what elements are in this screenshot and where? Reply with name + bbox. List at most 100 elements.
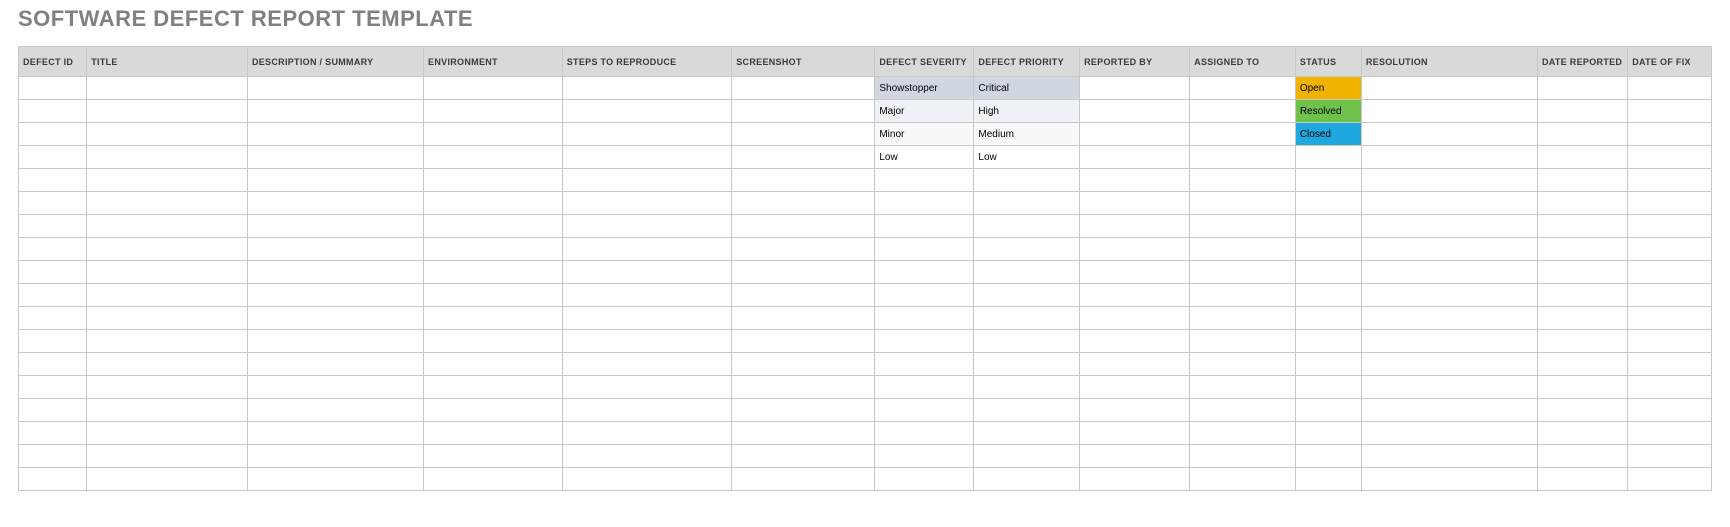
table-cell[interactable] — [19, 192, 87, 215]
table-cell[interactable] — [562, 422, 732, 445]
table-cell[interactable] — [974, 330, 1080, 353]
table-cell[interactable] — [19, 468, 87, 491]
table-cell[interactable] — [1537, 192, 1627, 215]
table-cell[interactable] — [1537, 376, 1627, 399]
table-cell[interactable] — [1537, 123, 1627, 146]
table-cell[interactable]: Minor — [875, 123, 974, 146]
table-cell[interactable] — [1295, 422, 1361, 445]
table-cell[interactable] — [875, 261, 974, 284]
table-cell[interactable] — [87, 376, 248, 399]
table-cell[interactable] — [424, 146, 563, 169]
table-cell[interactable] — [562, 238, 732, 261]
table-cell[interactable] — [875, 215, 974, 238]
table-cell[interactable] — [1295, 284, 1361, 307]
table-cell[interactable] — [424, 307, 563, 330]
table-cell[interactable] — [974, 422, 1080, 445]
table-cell[interactable] — [732, 261, 875, 284]
table-cell[interactable] — [732, 399, 875, 422]
table-cell[interactable] — [1361, 422, 1537, 445]
table-cell[interactable] — [1190, 422, 1296, 445]
table-cell[interactable] — [19, 146, 87, 169]
table-cell[interactable] — [1361, 399, 1537, 422]
table-cell[interactable] — [732, 353, 875, 376]
table-cell[interactable] — [1537, 330, 1627, 353]
table-cell[interactable] — [247, 238, 423, 261]
table-cell[interactable] — [974, 192, 1080, 215]
table-cell[interactable] — [424, 100, 563, 123]
table-cell[interactable] — [19, 123, 87, 146]
table-cell[interactable] — [1628, 100, 1712, 123]
table-cell[interactable]: High — [974, 100, 1080, 123]
table-cell[interactable] — [1361, 261, 1537, 284]
table-cell[interactable] — [1628, 238, 1712, 261]
table-cell[interactable] — [247, 376, 423, 399]
table-cell[interactable] — [1628, 77, 1712, 100]
table-cell[interactable] — [247, 146, 423, 169]
table-cell[interactable] — [87, 353, 248, 376]
table-cell[interactable] — [87, 422, 248, 445]
table-cell[interactable] — [1361, 100, 1537, 123]
table-cell[interactable] — [1537, 422, 1627, 445]
table-cell[interactable] — [875, 399, 974, 422]
table-cell[interactable] — [1190, 146, 1296, 169]
table-cell[interactable] — [1537, 169, 1627, 192]
table-cell[interactable]: Medium — [974, 123, 1080, 146]
table-cell[interactable] — [247, 192, 423, 215]
table-cell[interactable] — [247, 123, 423, 146]
table-cell[interactable] — [875, 169, 974, 192]
table-cell[interactable] — [247, 307, 423, 330]
table-cell[interactable] — [1537, 146, 1627, 169]
table-cell[interactable] — [87, 100, 248, 123]
table-cell[interactable] — [562, 376, 732, 399]
table-cell[interactable] — [247, 353, 423, 376]
table-cell[interactable] — [1080, 445, 1190, 468]
table-cell[interactable] — [1190, 192, 1296, 215]
table-cell[interactable] — [875, 238, 974, 261]
table-cell[interactable] — [1537, 261, 1627, 284]
table-cell[interactable] — [1628, 307, 1712, 330]
table-cell[interactable] — [974, 468, 1080, 491]
table-cell[interactable] — [1080, 330, 1190, 353]
table-cell[interactable] — [1190, 284, 1296, 307]
table-cell[interactable] — [424, 445, 563, 468]
table-cell[interactable] — [562, 261, 732, 284]
table-cell[interactable] — [732, 330, 875, 353]
table-cell[interactable] — [1080, 261, 1190, 284]
table-cell[interactable] — [1361, 468, 1537, 491]
table-cell[interactable] — [1080, 146, 1190, 169]
table-cell[interactable] — [732, 238, 875, 261]
table-cell[interactable] — [19, 169, 87, 192]
table-cell[interactable] — [1361, 238, 1537, 261]
table-cell[interactable] — [1190, 353, 1296, 376]
table-cell[interactable]: Showstopper — [875, 77, 974, 100]
table-cell[interactable] — [1080, 215, 1190, 238]
table-cell[interactable] — [1361, 284, 1537, 307]
table-cell[interactable] — [875, 192, 974, 215]
table-cell[interactable] — [732, 146, 875, 169]
table-cell[interactable] — [1080, 376, 1190, 399]
table-cell[interactable] — [19, 284, 87, 307]
table-cell[interactable] — [424, 468, 563, 491]
table-cell[interactable] — [1537, 77, 1627, 100]
table-cell[interactable] — [1080, 399, 1190, 422]
table-cell[interactable] — [875, 284, 974, 307]
table-cell[interactable] — [87, 123, 248, 146]
table-cell[interactable] — [1295, 468, 1361, 491]
table-cell[interactable] — [1537, 284, 1627, 307]
table-cell[interactable] — [1361, 215, 1537, 238]
table-cell[interactable] — [562, 100, 732, 123]
table-cell[interactable] — [562, 353, 732, 376]
table-cell[interactable] — [562, 192, 732, 215]
table-cell[interactable] — [732, 468, 875, 491]
table-cell[interactable] — [1628, 146, 1712, 169]
table-cell[interactable] — [19, 215, 87, 238]
table-cell[interactable] — [1080, 238, 1190, 261]
table-cell[interactable] — [875, 445, 974, 468]
table-cell[interactable] — [974, 215, 1080, 238]
table-cell[interactable] — [1080, 123, 1190, 146]
table-cell[interactable] — [247, 468, 423, 491]
table-cell[interactable] — [19, 261, 87, 284]
table-cell[interactable] — [1361, 307, 1537, 330]
table-cell[interactable] — [424, 123, 563, 146]
table-cell[interactable] — [732, 123, 875, 146]
